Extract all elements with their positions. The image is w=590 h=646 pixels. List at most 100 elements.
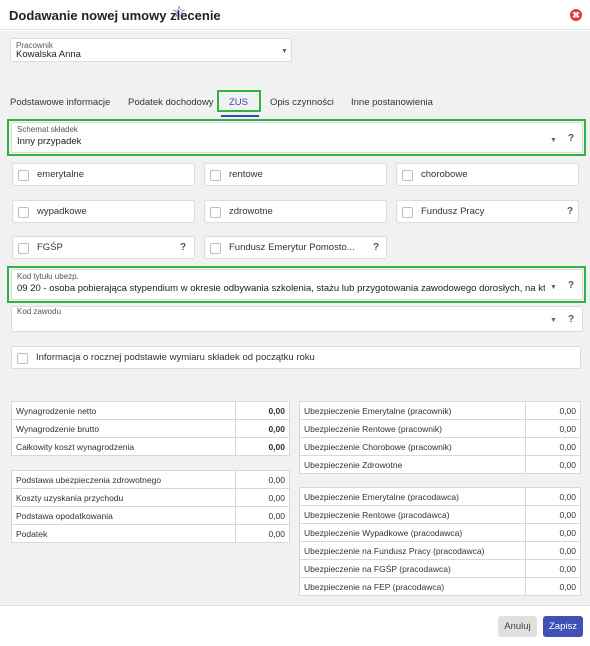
row-label: Ubezpieczenie Wypadkowe (pracodawca)	[299, 523, 526, 542]
cancel-button[interactable]: Anuluj	[498, 616, 537, 637]
checkbox-label: Fundusz Emerytur Pomosto...	[229, 242, 355, 253]
checkbox-zdrowotne[interactable]: zdrowotne	[204, 200, 387, 223]
checkbox-chorobowe[interactable]: chorobowe	[396, 163, 579, 186]
table-row: Wynagrodzenie brutto 0,00	[11, 419, 290, 438]
employee-value: Kowalska Anna	[16, 49, 81, 60]
checkbox-box[interactable]	[17, 353, 28, 364]
row-value: 0,00	[525, 577, 581, 596]
checkbox-box[interactable]	[210, 170, 221, 181]
row-value: 0,00	[235, 437, 290, 456]
table-row: Ubezpieczenie na FGŚP (pracodawca) 0,00	[299, 559, 581, 578]
row-label: Ubezpieczenie na FEP (pracodawca)	[299, 577, 526, 596]
table-row: Ubezpieczenie na FEP (pracodawca) 0,00	[299, 577, 581, 596]
checkbox-fundusz-pracy[interactable]: Fundusz Pracy ?	[396, 200, 579, 223]
highlight-schemat	[7, 119, 586, 156]
checkbox-info-roczna[interactable]: Informacja o rocznej podstawie wymiaru s…	[11, 346, 581, 369]
checkbox-box[interactable]	[402, 207, 413, 218]
employee-select[interactable]: Pracownik Kowalska Anna ▼	[10, 38, 292, 62]
row-label: Ubezpieczenie Rentowe (pracodawca)	[299, 505, 526, 524]
table-row: Ubezpieczenie Emerytalne (pracodawca) 0,…	[299, 487, 581, 506]
row-label: Ubezpieczenie Emerytalne (pracownik)	[299, 401, 526, 420]
chevron-down-icon: ▼	[281, 48, 288, 55]
row-label: Podatek	[11, 524, 236, 543]
highlight-kod-tytulu	[7, 266, 586, 303]
close-icon[interactable]: ✖	[570, 9, 582, 21]
checkbox-box[interactable]	[18, 207, 29, 218]
row-label: Ubezpieczenie na FGŚP (pracodawca)	[299, 559, 526, 578]
row-value: 0,00	[525, 541, 581, 560]
summary-table-wynagrodzenie: Wynagrodzenie netto 0,00 Wynagrodzenie b…	[11, 401, 290, 456]
row-label: Podstawa opodatkowania	[11, 506, 236, 525]
tab-podatek[interactable]: Podatek dochodowy	[128, 97, 214, 108]
table-row: Podstawa opodatkowania 0,00	[11, 506, 290, 525]
checkbox-box[interactable]	[210, 243, 221, 254]
row-value: 0,00	[235, 401, 290, 420]
checkbox-box[interactable]	[18, 170, 29, 181]
table-row: Ubezpieczenie Chorobowe (pracownik) 0,00	[299, 437, 581, 456]
checkbox-box[interactable]	[210, 207, 221, 218]
row-value: 0,00	[235, 470, 290, 489]
checkbox-label: Fundusz Pracy	[421, 206, 485, 217]
row-label: Całkowity koszt wynagrodzenia	[11, 437, 236, 456]
save-button[interactable]: Zapisz	[543, 616, 583, 637]
row-value: 0,00	[235, 506, 290, 525]
dialog-title: Dodawanie nowej umowy zlecenie	[9, 8, 221, 23]
checkbox-rentowe[interactable]: rentowe	[204, 163, 387, 186]
table-row: Całkowity koszt wynagrodzenia 0,00	[11, 437, 290, 456]
tab-podstawowe[interactable]: Podstawowe informacje	[10, 97, 110, 108]
chevron-down-icon: ▼	[550, 317, 557, 324]
row-value: 0,00	[525, 523, 581, 542]
help-icon[interactable]: ?	[567, 206, 573, 217]
row-label: Wynagrodzenie brutto	[11, 419, 236, 438]
checkbox-wypadkowe[interactable]: wypadkowe	[12, 200, 195, 223]
checkbox-box[interactable]	[18, 243, 29, 254]
kod-zawodu-label: Kod zawodu	[17, 307, 62, 316]
help-icon[interactable]: ?	[568, 314, 574, 325]
checkbox-label: FGŚP	[37, 242, 63, 253]
row-label: Podstawa ubezpieczenia zdrowotnego	[11, 470, 236, 489]
tab-opis[interactable]: Opis czynności	[270, 97, 334, 108]
row-value: 0,00	[525, 437, 581, 456]
dialog-header: Dodawanie nowej umowy zlecenie ☆ ✖	[0, 0, 590, 30]
table-row: Ubezpieczenie Rentowe (pracodawca) 0,00	[299, 505, 581, 524]
dialog-footer: Anuluj Zapisz	[0, 605, 590, 646]
table-row: Podatek 0,00	[11, 524, 290, 543]
row-value: 0,00	[525, 487, 581, 506]
table-row: Koszty uzyskania przychodu 0,00	[11, 488, 290, 507]
kod-zawodu-select[interactable]: Kod zawodu ▼ ?	[11, 306, 583, 332]
tab-inne[interactable]: Inne postanowienia	[351, 97, 433, 108]
row-value: 0,00	[235, 524, 290, 543]
help-icon[interactable]: ?	[180, 242, 186, 253]
table-row: Ubezpieczenie Zdrowotne 0,00	[299, 455, 581, 474]
row-value: 0,00	[235, 419, 290, 438]
table-row: Ubezpieczenie Rentowe (pracownik) 0,00	[299, 419, 581, 438]
row-label: Ubezpieczenie Chorobowe (pracownik)	[299, 437, 526, 456]
summary-table-pracodawca: Ubezpieczenie Emerytalne (pracodawca) 0,…	[299, 487, 581, 596]
checkbox-label: emerytalne	[37, 169, 84, 180]
row-label: Koszty uzyskania przychodu	[11, 488, 236, 507]
star-icon[interactable]: ☆	[172, 5, 186, 21]
table-row: Wynagrodzenie netto 0,00	[11, 401, 290, 420]
checkbox-label: rentowe	[229, 169, 263, 180]
row-value: 0,00	[235, 488, 290, 507]
table-row: Ubezpieczenie Emerytalne (pracownik) 0,0…	[299, 401, 581, 420]
checkbox-box[interactable]	[402, 170, 413, 181]
highlight-tab-zus	[217, 90, 261, 112]
row-label: Ubezpieczenie Rentowe (pracownik)	[299, 419, 526, 438]
table-row: Ubezpieczenie Wypadkowe (pracodawca) 0,0…	[299, 523, 581, 542]
row-value: 0,00	[525, 559, 581, 578]
row-label: Ubezpieczenie na Fundusz Pracy (pracodaw…	[299, 541, 526, 560]
row-value: 0,00	[525, 505, 581, 524]
checkbox-emerytalne[interactable]: emerytalne	[12, 163, 195, 186]
checkbox-label: chorobowe	[421, 169, 468, 180]
active-tab-indicator	[221, 115, 259, 117]
checkbox-fgsp[interactable]: FGŚP ?	[12, 236, 195, 259]
row-value: 0,00	[525, 401, 581, 420]
tab-bar: Podstawowe informacje Podatek dochodowy …	[0, 93, 590, 117]
checkbox-fep[interactable]: Fundusz Emerytur Pomosto... ?	[204, 236, 387, 259]
summary-table-pracownik: Ubezpieczenie Emerytalne (pracownik) 0,0…	[299, 401, 581, 474]
row-label: Ubezpieczenie Emerytalne (pracodawca)	[299, 487, 526, 506]
row-label: Ubezpieczenie Zdrowotne	[299, 455, 526, 474]
help-icon[interactable]: ?	[373, 242, 379, 253]
table-row: Podstawa ubezpieczenia zdrowotnego 0,00	[11, 470, 290, 489]
